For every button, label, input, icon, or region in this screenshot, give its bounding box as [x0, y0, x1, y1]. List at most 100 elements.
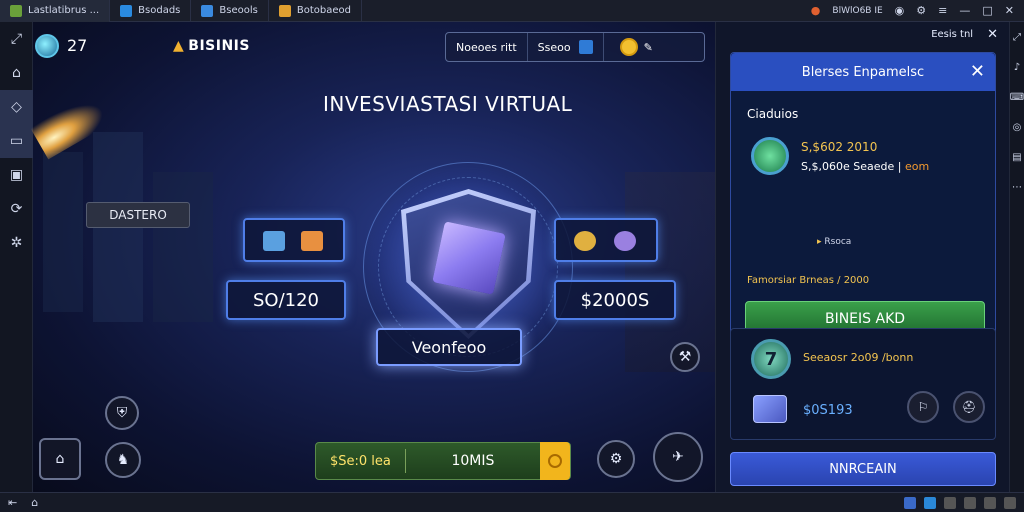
horse-icon[interactable]: ♞: [105, 442, 141, 478]
taskbar-icon[interactable]: [944, 496, 956, 509]
crystal-icon: [263, 231, 285, 251]
game-viewport[interactable]: 27 ▲ BISINIS Noeoes ritt Sseoo ✎ INVESVIA…: [28, 22, 715, 492]
taskbar-icon[interactable]: [904, 496, 916, 509]
season-title: Seeaosr 2o09 /bonn: [803, 351, 914, 364]
resource-value-text: Sseoo: [537, 40, 571, 54]
bottom-left-text: $Se:0 lea: [330, 453, 391, 469]
close-icon[interactable]: ✕: [987, 27, 998, 42]
bullet-icon: ▸: [817, 237, 822, 247]
gear-icon[interactable]: ⚙: [597, 440, 635, 478]
fullscreen-icon[interactable]: ⤢: [1010, 22, 1024, 52]
city-background: [33, 112, 233, 372]
sidebar-tools-icon[interactable]: ◇: [0, 90, 33, 124]
right-reward-icons[interactable]: [554, 218, 658, 262]
globe-icon[interactable]: [35, 34, 59, 58]
coin-section[interactable]: ✎: [604, 33, 663, 61]
tab-2[interactable]: Bsodads: [110, 0, 192, 22]
panel-header-text: Eesis tnl: [931, 28, 974, 40]
tab-1[interactable]: Lastlatibrus ...: [0, 0, 111, 22]
helmet-icon[interactable]: ⛑: [953, 391, 985, 423]
app-icon: [201, 4, 214, 17]
action-button[interactable]: NNRCEAIN: [730, 452, 996, 486]
hand-icon: [301, 231, 323, 251]
close-icon[interactable]: ✕: [1005, 4, 1014, 17]
volume-icon[interactable]: ♪: [1010, 52, 1024, 82]
right-panel: Eesis tnl ✕ Blerses Enpamelsc ✕ Ciaduios…: [715, 22, 1009, 492]
back-icon[interactable]: ⇤: [8, 496, 17, 509]
home-button-icon[interactable]: ⌂: [39, 438, 81, 480]
app-icon: [278, 4, 291, 17]
system-tray: ● BlWlO6B IE ◉ ⚙ ≡ — □ ✕: [811, 4, 1024, 17]
panel-header: Eesis tnl ✕: [716, 22, 1010, 46]
tools-icon[interactable]: ✎: [644, 41, 653, 54]
brand-label: ▲ BISINIS: [173, 38, 250, 54]
close-icon[interactable]: ✕: [970, 61, 985, 82]
sidebar-screenshot-icon[interactable]: ▣: [0, 158, 33, 192]
minimize-icon[interactable]: —: [959, 4, 970, 17]
resource-label: Noeoes ritt: [446, 33, 528, 61]
maximize-icon[interactable]: □: [982, 4, 992, 17]
left-reward-icons[interactable]: [243, 218, 345, 262]
section-title: Ciaduios: [747, 107, 799, 121]
status-text: BlWlO6B IE: [832, 5, 883, 16]
value-suffix: eom: [904, 159, 930, 173]
sidebar-screen-icon[interactable]: ▭: [0, 124, 33, 158]
hammer-icon[interactable]: ⚒: [670, 342, 700, 372]
bottom-status-bar: ⇤ ⌂: [0, 492, 1024, 512]
expand-icon[interactable]: ⤢: [0, 22, 33, 56]
settings-icon[interactable]: ⚙: [916, 4, 926, 17]
folder-icon[interactable]: ▤: [1010, 142, 1024, 172]
cloud-icon: [120, 4, 133, 17]
resource-value[interactable]: Sseoo: [528, 33, 604, 61]
note-text: ▸ Rsoca: [817, 237, 851, 247]
card-header: Blerses Enpamelsc ✕: [731, 53, 995, 91]
tab-label: Bseools: [219, 5, 258, 16]
coin-icon[interactable]: [540, 442, 570, 480]
keyboard-icon[interactable]: ⌨: [1010, 82, 1024, 112]
shop-icon[interactable]: ⚐: [907, 391, 939, 423]
brand-text: BISINIS: [188, 38, 250, 54]
value-secondary: S,$,060e Seaede | eom: [801, 160, 929, 173]
map-icon[interactable]: ✈: [653, 432, 703, 482]
record-icon[interactable]: ●: [811, 4, 821, 17]
tab-bar: Lastlatibrus ... Bsodads Bseools Botobae…: [0, 0, 1024, 22]
gem-icon: [751, 137, 789, 175]
note-label: Rsoca: [824, 237, 852, 247]
taskbar-icon[interactable]: [1004, 496, 1016, 509]
chest-icon: [753, 395, 787, 423]
sidebar-settings-icon[interactable]: ✲: [0, 226, 33, 260]
taskbar-icon[interactable]: [924, 496, 936, 509]
taskbar-icon[interactable]: [984, 496, 996, 509]
right-value-panel: $2000S: [554, 280, 676, 320]
left-toolbar: ⤢ ⌂ ◇ ▭ ▣ ⟳ ✲: [0, 22, 33, 492]
emulator-window: Lastlatibrus ... Bsodads Bseools Botobae…: [0, 0, 1024, 512]
city-background-right: [625, 172, 715, 372]
top-resource-bar: Noeoes ritt Sseoo ✎: [445, 32, 705, 62]
gamepad-icon[interactable]: ◉: [895, 4, 905, 17]
season-badge: 7: [751, 339, 791, 379]
right-toolbar: ⤢ ♪ ⌨ ◎ ▤ ⋯: [1009, 22, 1024, 492]
camera-icon[interactable]: ◎: [1010, 112, 1024, 142]
side-label[interactable]: DASTERO: [86, 202, 190, 228]
tab-3[interactable]: Bseools: [191, 0, 269, 22]
sidebar-home-icon[interactable]: ⌂: [0, 56, 33, 90]
gem-icon: [578, 40, 593, 54]
app-icon: [10, 4, 22, 17]
sidebar-rotate-icon[interactable]: ⟳: [0, 192, 33, 226]
more-icon[interactable]: ⋯: [1010, 172, 1024, 202]
card-title: Blerses Enpamelsc: [801, 64, 925, 80]
season-card: 7 Seeaosr 2o09 /bonn $0S193 ⚐ ⛑: [730, 328, 996, 440]
center-action-button[interactable]: Veonfeoo: [376, 328, 522, 366]
triangle-icon: ▲: [173, 38, 185, 54]
menu-icon[interactable]: ≡: [938, 4, 947, 17]
investment-card: Blerses Enpamelsc ✕ Ciaduios S,$602 2010…: [730, 52, 996, 344]
bottom-right-text: 10MIS: [451, 453, 495, 469]
season-value: $0S193: [803, 403, 853, 418]
home-icon[interactable]: ⌂: [31, 496, 38, 509]
tab-4[interactable]: Botobaeod: [269, 0, 362, 22]
shield-button-icon[interactable]: ⛨: [105, 396, 139, 430]
bottom-resource-bar[interactable]: $Se:0 lea 10MIS: [315, 442, 571, 480]
info-line: Famorsiar Brneas / 2000: [747, 275, 870, 286]
taskbar-icon[interactable]: [964, 496, 976, 509]
tab-label: Bsodads: [138, 5, 181, 16]
